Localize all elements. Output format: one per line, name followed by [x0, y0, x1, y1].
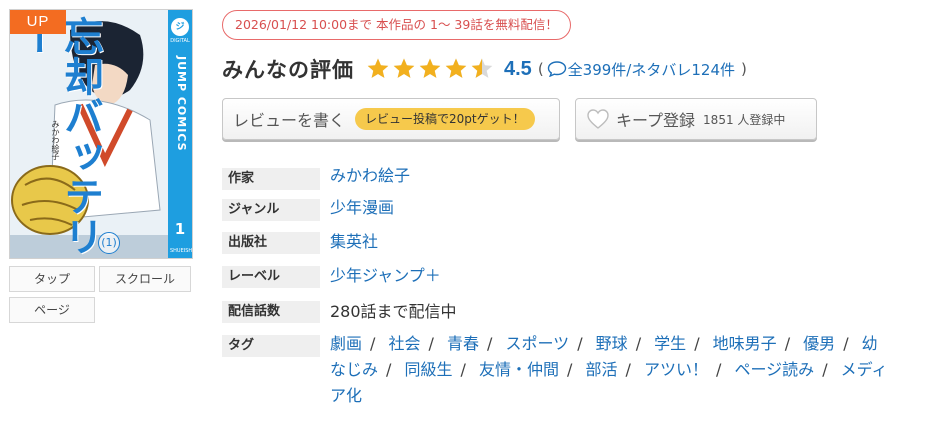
- episodes-value: 280話まで配信中: [330, 302, 457, 321]
- label-link[interactable]: 少年ジャンプ＋: [330, 266, 441, 285]
- speech-bubble-icon: [547, 61, 566, 77]
- tag-link[interactable]: 青春: [447, 334, 479, 353]
- tag-separator: /: [370, 334, 376, 353]
- info-label-label: レーベル: [222, 266, 320, 288]
- tag-separator: /: [428, 334, 434, 353]
- up-badge: UP: [10, 10, 66, 34]
- tag-separator: /: [784, 334, 791, 353]
- cover-spine: ジ DIGITAL JUMP COMICS 1 SHUEISHA: [168, 10, 193, 258]
- tag-separator: /: [386, 360, 392, 379]
- keep-register-count: 1851 人登録中: [703, 112, 786, 127]
- info-row-genre: ジャンル 少年漫画: [222, 198, 394, 221]
- tag-separator: /: [843, 334, 849, 353]
- star-icon: [445, 58, 467, 78]
- tag-link[interactable]: ページ読み: [735, 360, 815, 379]
- tag-separator: /: [625, 360, 631, 379]
- spine-publisher: SHUEISHA: [170, 248, 193, 254]
- publisher-link[interactable]: 集英社: [330, 232, 378, 251]
- tag-separator: /: [487, 334, 493, 353]
- info-label-author: 作家: [222, 168, 320, 190]
- tag-link[interactable]: 友情・仲間: [479, 360, 559, 379]
- write-review-label: レビューを書く: [233, 111, 346, 130]
- tag-separator: /: [567, 360, 573, 379]
- view-mode-page-button[interactable]: ページ: [9, 297, 95, 323]
- star-icon: [367, 58, 389, 78]
- info-label-genre: ジャンル: [222, 199, 320, 221]
- rating-title: みんなの評価: [222, 58, 354, 82]
- tag-separator: /: [822, 360, 828, 379]
- rating-row: みんなの評価 4.5 ( 全399件/ネタバレ124件 ): [222, 52, 747, 86]
- close-paren: ): [741, 60, 747, 78]
- tag-link[interactable]: 学生: [654, 334, 686, 353]
- tag-link[interactable]: 野球: [596, 334, 628, 353]
- cover-author: みかわ絵子: [51, 120, 60, 160]
- write-review-button[interactable]: レビューを書く レビュー投稿で20ptゲット！: [222, 98, 560, 140]
- tag-link[interactable]: スポーツ: [506, 334, 570, 353]
- spine-label: JUMP COMICS: [175, 56, 188, 152]
- tag-separator: /: [577, 334, 583, 353]
- info-label-episodes: 配信話数: [222, 301, 320, 323]
- keep-register-label: キープ登録: [616, 111, 696, 130]
- genre-link[interactable]: 少年漫画: [330, 198, 394, 217]
- tag-separator: /: [460, 360, 466, 379]
- info-row-tags: タグ 劇画 / 社会 / 青春 / スポーツ / 野球 / 学生 / 地味男子 / 優男 / 幼…: [222, 334, 890, 409]
- info-label-publisher: 出版社: [222, 232, 320, 254]
- info-row-publisher: 出版社 集英社: [222, 232, 378, 254]
- review-count-text: 全399件/ネタバレ124件: [567, 60, 735, 79]
- tag-link[interactable]: 優男: [803, 334, 835, 353]
- star-icon: [419, 58, 441, 78]
- rating-score: 4.5: [504, 57, 532, 80]
- tag-link[interactable]: 部活: [586, 360, 618, 379]
- view-mode-tap-button[interactable]: タップ: [9, 266, 95, 292]
- tag-link[interactable]: 地味男子: [713, 334, 777, 353]
- tag-link[interactable]: 社会: [389, 334, 421, 353]
- tag-link[interactable]: 劇画: [330, 334, 362, 353]
- free-campaign-notice: 2026/01/12 10:00まで 本作品の 1〜 39話を無料配信！: [222, 10, 571, 40]
- book-cover[interactable]: 忘却バッテリー みかわ絵子 (1) ジ DIGITAL JUMP COMICS …: [9, 9, 193, 259]
- spine-digital-label: DIGITAL: [170, 38, 190, 44]
- spine-volume: 1: [174, 220, 186, 238]
- star-rating: [366, 57, 496, 81]
- view-mode-scroll-button[interactable]: スクロール: [99, 266, 191, 292]
- info-row-label: レーベル 少年ジャンプ＋: [222, 266, 441, 288]
- tag-list: 劇画 / 社会 / 青春 / スポーツ / 野球 / 学生 / 地味男子 / 優男 / 幼なじみ…: [330, 331, 890, 409]
- tag-link[interactable]: 同級生: [405, 360, 453, 379]
- jump-logo-icon: ジ: [171, 18, 189, 36]
- cover-illustration: 忘却バッテリー みかわ絵子 (1): [10, 10, 170, 258]
- heart-icon: [587, 109, 609, 129]
- review-point-badge: レビュー投稿で20ptゲット！: [355, 108, 535, 130]
- author-link[interactable]: みかわ絵子: [330, 166, 410, 185]
- info-row-episodes: 配信話数 280話まで配信中: [222, 301, 457, 324]
- info-row-author: 作家 みかわ絵子: [222, 166, 410, 190]
- cover-volume-circle: (1): [98, 232, 120, 254]
- tag-separator: /: [635, 334, 642, 353]
- review-counts: ( 全399件/ネタバレ124件 ): [538, 59, 747, 80]
- review-count-link[interactable]: 全399件/ネタバレ124件: [544, 59, 735, 80]
- tag-separator: /: [694, 334, 700, 353]
- star-icon: [471, 58, 493, 78]
- keep-register-button[interactable]: キープ登録 1851 人登録中: [575, 98, 817, 140]
- info-label-tags: タグ: [222, 335, 320, 357]
- star-icon: [393, 58, 415, 78]
- tag-link[interactable]: アツい！: [644, 360, 708, 379]
- tag-separator: /: [716, 360, 722, 379]
